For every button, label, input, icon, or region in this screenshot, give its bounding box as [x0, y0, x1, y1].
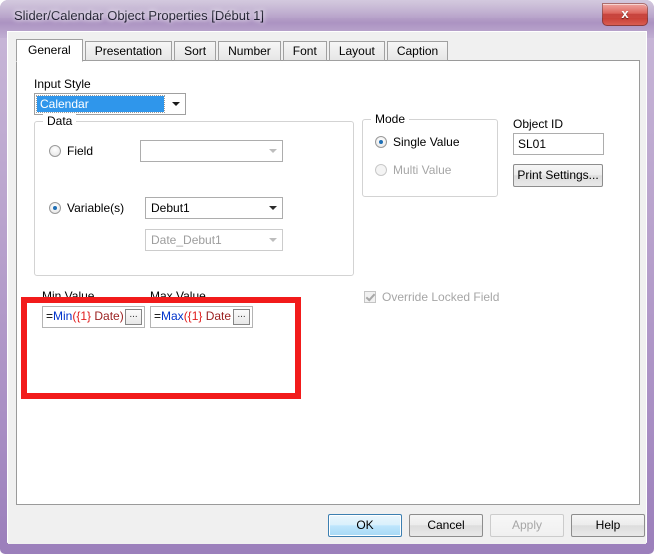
radio-field-label: Field [67, 144, 94, 158]
radio-bullet-icon [375, 136, 387, 148]
chevron-down-icon [167, 94, 185, 114]
min-expr-token-field: Date) [91, 309, 124, 323]
tab-number[interactable]: Number [218, 41, 281, 61]
radio-field[interactable]: Field [49, 144, 93, 158]
min-value-expression-field[interactable]: =Min({1} Date) ... [42, 306, 145, 328]
cancel-button[interactable]: Cancel [409, 514, 483, 537]
window-frame: Slider/Calendar Object Properties [Début… [0, 0, 654, 554]
max-expr-token-set: ({1} [183, 309, 203, 323]
radio-bullet-icon [49, 202, 61, 214]
object-id-label: Object ID [513, 117, 564, 131]
max-value-browse-button[interactable]: ... [233, 309, 250, 325]
input-style-combo[interactable]: Calendar [34, 93, 186, 115]
tab-page-general: Input Style Calendar Data Field Variable… [16, 60, 640, 505]
object-id-input[interactable]: SL01 [513, 133, 604, 155]
mode-group-title: Mode [371, 112, 410, 126]
max-value-label: Max Value [150, 289, 206, 303]
radio-multi-value: Multi Value [375, 163, 451, 177]
tab-strip: General Presentation Sort Number Font La… [16, 39, 450, 62]
override-locked-field-checkbox: Override Locked Field [364, 290, 499, 304]
variable-combo-secondary[interactable]: Date_Debut1 [145, 229, 283, 251]
radio-variables[interactable]: Variable(s) [49, 201, 124, 215]
variable-combo-value: Debut1 [151, 201, 190, 215]
radio-single-value[interactable]: Single Value [375, 135, 460, 149]
tab-general[interactable]: General [16, 39, 83, 62]
dialog-client-area: General Presentation Sort Number Font La… [7, 31, 647, 544]
input-style-label: Input Style [34, 77, 91, 91]
radio-variables-label: Variable(s) [67, 201, 125, 215]
window-title: Slider/Calendar Object Properties [Début… [14, 8, 265, 23]
radio-multi-value-label: Multi Value [393, 163, 452, 177]
help-button[interactable]: Help [571, 514, 645, 537]
min-expr-token-set: ({1} [72, 309, 92, 323]
data-group-title: Data [43, 114, 77, 128]
tab-layout[interactable]: Layout [328, 41, 385, 61]
chevron-down-icon [264, 230, 282, 250]
checkmark-icon [364, 291, 376, 303]
min-expr-token-fn: Min [53, 309, 73, 323]
radio-bullet-icon [49, 145, 61, 157]
tab-sort[interactable]: Sort [174, 41, 217, 61]
radio-bullet-icon [375, 164, 387, 176]
print-settings-button[interactable]: Print Settings... [513, 164, 603, 187]
dialog-button-bar: OK Cancel Apply Help [8, 506, 646, 544]
tab-caption[interactable]: Caption [386, 41, 449, 61]
tab-font[interactable]: Font [282, 41, 327, 61]
mode-group: Mode Single Value Multi Value [362, 112, 498, 197]
max-expr-token-eq: = [154, 309, 162, 323]
data-group: Data Field Variable(s) Debut1 Date_Debut… [34, 114, 354, 276]
max-expr-token-fn: Max [161, 309, 184, 323]
max-value-expression-field[interactable]: =Max({1} Date ... [150, 306, 253, 328]
min-value-label: Min Value [42, 289, 95, 303]
chevron-down-icon [264, 198, 282, 218]
max-expr-token-field: Date [202, 309, 232, 323]
min-value-browse-button[interactable]: ... [125, 309, 142, 325]
variable-combo-secondary-value: Date_Debut1 [151, 233, 222, 247]
min-expr-token-eq: = [46, 309, 54, 323]
field-combo[interactable] [140, 140, 283, 162]
close-icon[interactable]: x [602, 3, 648, 26]
chevron-down-icon [264, 141, 282, 161]
tab-presentation[interactable]: Presentation [84, 41, 173, 61]
input-style-value: Calendar [36, 95, 165, 113]
ok-button[interactable]: OK [328, 514, 402, 537]
radio-single-value-label: Single Value [393, 135, 460, 149]
apply-button: Apply [490, 514, 564, 537]
variable-combo[interactable]: Debut1 [145, 197, 283, 219]
override-locked-field-label: Override Locked Field [382, 290, 500, 304]
